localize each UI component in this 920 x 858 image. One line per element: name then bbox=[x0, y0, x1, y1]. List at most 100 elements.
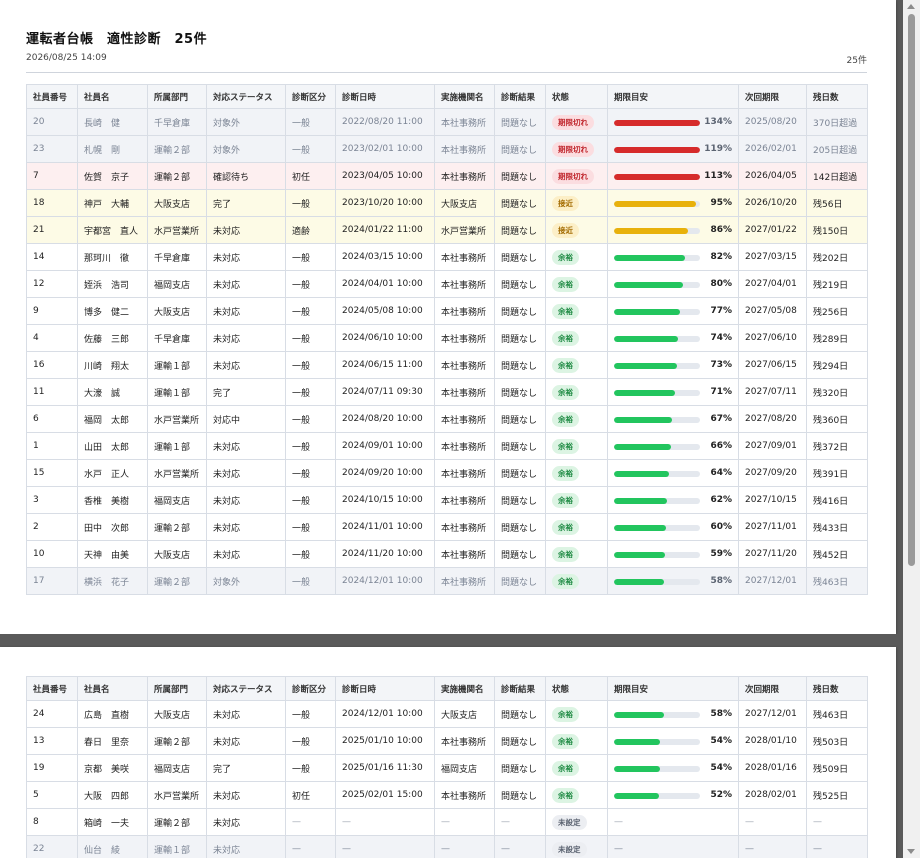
cell-dept: 運輸２部 bbox=[147, 513, 207, 541]
progress-fill bbox=[614, 739, 661, 745]
cell-remain: 残219日 bbox=[806, 270, 868, 298]
cell-name: 香椎 美樹 bbox=[77, 486, 148, 514]
cell-dept: 千早倉庫 bbox=[147, 108, 207, 136]
progress-fill bbox=[614, 255, 685, 261]
cell-status: 未対応 bbox=[206, 216, 286, 244]
cell-name: 箱崎 一夫 bbox=[77, 808, 148, 836]
progress-track bbox=[614, 120, 700, 126]
cell-remain: 残294日 bbox=[806, 351, 868, 379]
progress-percent: 113% bbox=[704, 171, 732, 181]
cell-result: 問題なし bbox=[494, 297, 546, 325]
progress-fill bbox=[614, 228, 688, 234]
cell-result: 問題なし bbox=[494, 189, 546, 217]
progress-track bbox=[614, 739, 700, 745]
cell-remain: 残463日 bbox=[806, 567, 868, 595]
cell-org: — bbox=[434, 808, 495, 836]
progress-track bbox=[614, 712, 700, 718]
progress-percent: 119% bbox=[704, 144, 732, 154]
table-row: 16 川崎 翔太 運輸１部 未対応 一般 2024/06/15 11:00 本社事務所 問題な… bbox=[26, 351, 868, 379]
cell-state: 接近 bbox=[545, 216, 608, 244]
cell-deadline-gauge: 58% bbox=[607, 700, 739, 728]
table-row: 7 佐賀 京子 運輸２部 確認待ち 初任 2023/04/05 10:00 本社事務所 問題な… bbox=[26, 162, 868, 190]
cell-next: 2027/01/22 bbox=[738, 216, 807, 244]
cell-name: 佐賀 京子 bbox=[77, 162, 148, 190]
progress-track bbox=[614, 282, 700, 288]
cell-result: 問題なし bbox=[494, 108, 546, 136]
status-badge: 余裕 bbox=[552, 733, 579, 749]
progress-fill bbox=[614, 498, 668, 504]
vertical-scrollbar[interactable] bbox=[903, 0, 920, 858]
cell-id: 20 bbox=[26, 108, 78, 136]
cell-kind: 初任 bbox=[285, 781, 336, 809]
cell-remain: 残416日 bbox=[806, 486, 868, 514]
cell-remain: 残360日 bbox=[806, 405, 868, 433]
cell-status: 未対応 bbox=[206, 540, 286, 568]
status-badge: 余裕 bbox=[552, 357, 579, 373]
cell-status: 未対応 bbox=[206, 432, 286, 460]
progress-track bbox=[614, 525, 700, 531]
cell-id: 8 bbox=[26, 808, 78, 836]
cell-next: 2027/05/08 bbox=[738, 297, 807, 325]
cell-org: 本社事務所 bbox=[434, 781, 495, 809]
column-header: 残日数 bbox=[806, 84, 868, 109]
cell-remain: 205日超過 bbox=[806, 135, 868, 163]
cell-id: 16 bbox=[26, 351, 78, 379]
cell-status: 未対応 bbox=[206, 351, 286, 379]
cell-state: 余裕 bbox=[545, 540, 608, 568]
progress-fill bbox=[614, 363, 677, 369]
cell-kind: 一般 bbox=[285, 486, 336, 514]
cell-status: 未対応 bbox=[206, 297, 286, 325]
cell-dept: 水戸営業所 bbox=[147, 405, 207, 433]
cell-date: 2025/02/01 15:00 bbox=[335, 781, 435, 809]
scroll-down-arrow-icon[interactable] bbox=[907, 849, 915, 854]
cell-status: 完了 bbox=[206, 189, 286, 217]
table-row: 22 仙台 綾運輸１部 未対応 — — — — 未設定 — — — bbox=[26, 835, 868, 858]
cell-next: 2027/10/15 bbox=[738, 486, 807, 514]
scroll-thumb[interactable] bbox=[908, 14, 915, 566]
cell-state: 未設定 bbox=[545, 808, 608, 836]
cell-state: 未設定 bbox=[545, 835, 608, 858]
cell-state: 余裕 bbox=[545, 781, 608, 809]
cell-org: 大阪支店 bbox=[434, 189, 495, 217]
cell-date: 2024/08/20 10:00 bbox=[335, 405, 435, 433]
cell-remain: 残525日 bbox=[806, 781, 868, 809]
cell-status: 未対応 bbox=[206, 486, 286, 514]
cell-id: 24 bbox=[26, 700, 78, 728]
cell-name: 田中 次郎 bbox=[77, 513, 148, 541]
cell-next: 2027/11/01 bbox=[738, 513, 807, 541]
progress-fill bbox=[614, 766, 661, 772]
cell-status: 確認待ち bbox=[206, 162, 286, 190]
cell-result: 問題なし bbox=[494, 324, 546, 352]
scroll-up-arrow-icon[interactable] bbox=[907, 4, 915, 9]
cell-state: 余裕 bbox=[545, 324, 608, 352]
cell-remain: 残452日 bbox=[806, 540, 868, 568]
cell-org: 福岡支店 bbox=[434, 754, 495, 782]
cell-result: 問題なし bbox=[494, 459, 546, 487]
column-header: 期限目安 bbox=[607, 676, 739, 701]
cell-state: 余裕 bbox=[545, 513, 608, 541]
progress-fill bbox=[614, 417, 672, 423]
cell-deadline-gauge: 52% bbox=[607, 781, 739, 809]
cell-next: 2027/03/15 bbox=[738, 243, 807, 271]
progress-percent: 86% bbox=[710, 225, 732, 235]
column-header: 次回期限 bbox=[738, 84, 807, 109]
cell-state: 余裕 bbox=[545, 405, 608, 433]
cell-kind: 一般 bbox=[285, 432, 336, 460]
cell-result: 問題なし bbox=[494, 135, 546, 163]
progress-percent: 58% bbox=[710, 576, 732, 586]
cell-dept: 水戸営業所 bbox=[147, 781, 207, 809]
cell-status: 未対応 bbox=[206, 243, 286, 271]
progress-track bbox=[614, 552, 700, 558]
status-badge: 余裕 bbox=[552, 706, 579, 722]
column-header: 社員番号 bbox=[26, 676, 78, 701]
status-badge: 余裕 bbox=[552, 519, 579, 535]
cell-kind: 一般 bbox=[285, 540, 336, 568]
cell-result: 問題なし bbox=[494, 513, 546, 541]
progress-percent: 58% bbox=[710, 709, 732, 719]
cell-result: 問題なし bbox=[494, 781, 546, 809]
cell-result: 問題なし bbox=[494, 540, 546, 568]
cell-dept: 福岡支店 bbox=[147, 754, 207, 782]
cell-date: 2024/05/08 10:00 bbox=[335, 297, 435, 325]
cell-result: 問題なし bbox=[494, 216, 546, 244]
cell-next: 2027/11/20 bbox=[738, 540, 807, 568]
